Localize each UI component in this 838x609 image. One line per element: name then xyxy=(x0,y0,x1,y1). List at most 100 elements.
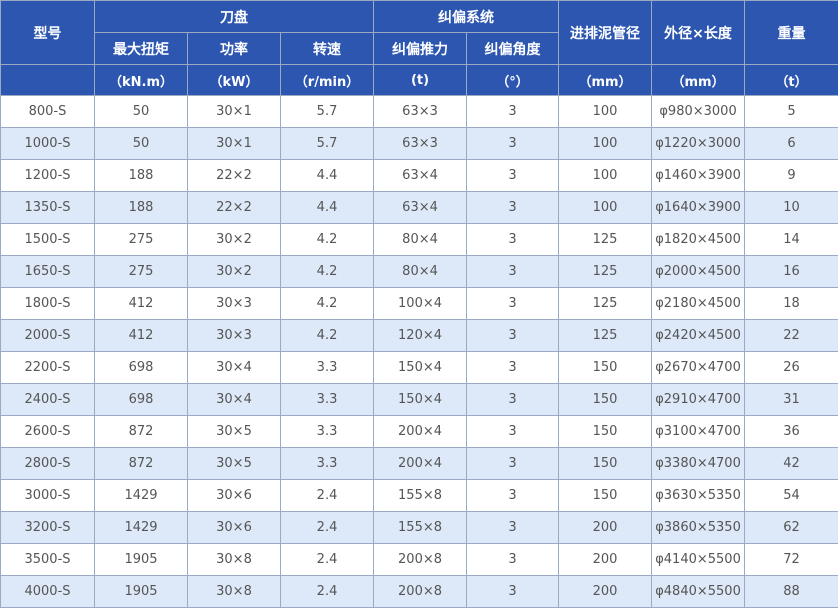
cell-power: 30×3 xyxy=(187,287,281,320)
cell-slurry-pipe: 200 xyxy=(558,511,653,544)
header-speed: 转速 xyxy=(279,32,375,65)
cell-speed: 4.2 xyxy=(279,255,375,288)
cell-speed: 3.3 xyxy=(279,415,375,448)
table-row: 4000-S 1905 30×8 2.4 200×8 3 200 φ4840×5500 88 xyxy=(0,575,838,608)
cell-max-torque: 275 xyxy=(94,223,188,256)
cell-correction-thrust: 200×4 xyxy=(373,415,468,448)
cell-power: 30×8 xyxy=(187,575,281,608)
cell-max-torque: 872 xyxy=(94,447,188,480)
table-row: 2400-S 698 30×4 3.3 150×4 3 150 φ2910×4700 31 xyxy=(0,383,838,416)
cell-dimensions: φ2420×4500 xyxy=(651,319,746,352)
unit-power: （kW） xyxy=(187,64,281,96)
cell-correction-angle: 3 xyxy=(466,127,560,160)
header-cutterhead: 刀盘 xyxy=(93,0,375,33)
cell-max-torque: 1905 xyxy=(94,543,188,576)
cell-model: 1200-S xyxy=(0,159,95,192)
cell-dimensions: φ980×3000 xyxy=(651,95,746,128)
cell-correction-angle: 3 xyxy=(466,223,560,256)
cell-correction-angle: 3 xyxy=(466,575,560,608)
cell-slurry-pipe: 150 xyxy=(558,415,653,448)
cell-speed: 5.7 xyxy=(279,127,375,160)
cell-correction-angle: 3 xyxy=(466,287,560,320)
cell-weight: 18 xyxy=(744,287,838,320)
cell-dimensions: φ3380×4700 xyxy=(651,447,746,480)
cell-dimensions: φ4140×5500 xyxy=(651,543,746,576)
spec-table: 型号 刀盘 纠偏系统 进排泥管径 外径×长度 重量 最大扭矩 功率 转速 纠偏推… xyxy=(0,0,838,608)
cell-correction-thrust: 150×4 xyxy=(373,351,468,384)
unit-torque: （kN.m） xyxy=(94,64,188,96)
cell-max-torque: 188 xyxy=(94,159,188,192)
table-row: 1200-S 188 22×2 4.4 63×4 3 100 φ1460×3900 9 xyxy=(0,159,838,192)
table-body: 800-S 50 30×1 5.7 63×3 3 100 φ980×3000 5 1000-S 50… xyxy=(0,95,838,608)
cell-correction-thrust: 155×8 xyxy=(373,511,468,544)
unit-thrust: (t) xyxy=(373,64,468,96)
cell-weight: 62 xyxy=(744,511,838,544)
table-row: 2600-S 872 30×5 3.3 200×4 3 150 φ3100×4700 36 xyxy=(0,415,838,448)
cell-slurry-pipe: 150 xyxy=(558,351,653,384)
cell-power: 30×6 xyxy=(187,511,281,544)
cell-power: 30×8 xyxy=(187,543,281,576)
cell-slurry-pipe: 125 xyxy=(558,319,653,352)
cell-power: 30×2 xyxy=(187,223,281,256)
cell-dimensions: φ1460×3900 xyxy=(651,159,746,192)
cell-power: 30×2 xyxy=(187,255,281,288)
header-slurry-pipe: 进排泥管径 xyxy=(558,0,653,65)
header-correction-angle: 纠偏角度 xyxy=(466,32,560,65)
cell-speed: 2.4 xyxy=(279,575,375,608)
cell-slurry-pipe: 125 xyxy=(558,223,653,256)
cell-correction-thrust: 120×4 xyxy=(373,319,468,352)
cell-correction-angle: 3 xyxy=(466,415,560,448)
cell-correction-thrust: 200×8 xyxy=(373,543,468,576)
cell-correction-angle: 3 xyxy=(466,351,560,384)
cell-weight: 54 xyxy=(744,479,838,512)
cell-slurry-pipe: 150 xyxy=(558,447,653,480)
cell-power: 30×5 xyxy=(187,415,281,448)
cell-speed: 4.4 xyxy=(279,159,375,192)
cell-correction-thrust: 80×4 xyxy=(373,255,468,288)
cell-max-torque: 412 xyxy=(94,319,188,352)
cell-dimensions: φ1220×3000 xyxy=(651,127,746,160)
cell-correction-thrust: 63×3 xyxy=(373,127,468,160)
cell-dimensions: φ3860×5350 xyxy=(651,511,746,544)
table-row: 3500-S 1905 30×8 2.4 200×8 3 200 φ4140×5500 72 xyxy=(0,543,838,576)
cell-speed: 3.3 xyxy=(279,447,375,480)
cell-weight: 31 xyxy=(744,383,838,416)
cell-model: 3500-S xyxy=(0,543,95,576)
cell-model: 2400-S xyxy=(0,383,95,416)
cell-model: 1000-S xyxy=(0,127,95,160)
table-row: 2000-S 412 30×3 4.2 120×4 3 125 φ2420×4500 22 xyxy=(0,319,838,352)
cell-speed: 3.3 xyxy=(279,351,375,384)
cell-slurry-pipe: 100 xyxy=(558,95,653,128)
table-row: 3000-S 1429 30×6 2.4 155×8 3 150 φ3630×5350 54 xyxy=(0,479,838,512)
cell-power: 30×4 xyxy=(187,351,281,384)
cell-correction-thrust: 155×8 xyxy=(373,479,468,512)
cell-correction-thrust: 100×4 xyxy=(373,287,468,320)
table-row: 2800-S 872 30×5 3.3 200×4 3 150 φ3380×4700 42 xyxy=(0,447,838,480)
cell-dimensions: φ2180×4500 xyxy=(651,287,746,320)
cell-speed: 2.4 xyxy=(279,511,375,544)
cell-dimensions: φ1820×4500 xyxy=(651,223,746,256)
cell-correction-angle: 3 xyxy=(466,255,560,288)
cell-max-torque: 50 xyxy=(94,127,188,160)
cell-weight: 14 xyxy=(744,223,838,256)
cell-correction-thrust: 200×8 xyxy=(373,575,468,608)
cell-weight: 6 xyxy=(744,127,838,160)
cell-model: 4000-S xyxy=(0,575,95,608)
table-row: 1800-S 412 30×3 4.2 100×4 3 125 φ2180×4500 18 xyxy=(0,287,838,320)
cell-weight: 9 xyxy=(744,159,838,192)
cell-dimensions: φ4840×5500 xyxy=(651,575,746,608)
cell-slurry-pipe: 125 xyxy=(558,287,653,320)
cell-correction-thrust: 63×4 xyxy=(373,159,468,192)
header-max-torque: 最大扭矩 xyxy=(94,32,188,65)
cell-weight: 88 xyxy=(744,575,838,608)
cell-dimensions: φ3100×4700 xyxy=(651,415,746,448)
cell-slurry-pipe: 125 xyxy=(558,255,653,288)
unit-model xyxy=(0,64,95,96)
cell-weight: 10 xyxy=(744,191,838,224)
cell-max-torque: 412 xyxy=(94,287,188,320)
cell-speed: 4.2 xyxy=(279,287,375,320)
unit-weight: （t） xyxy=(744,64,838,96)
cell-slurry-pipe: 200 xyxy=(558,575,653,608)
table-row: 2200-S 698 30×4 3.3 150×4 3 150 φ2670×4700 26 xyxy=(0,351,838,384)
cell-correction-thrust: 150×4 xyxy=(373,383,468,416)
